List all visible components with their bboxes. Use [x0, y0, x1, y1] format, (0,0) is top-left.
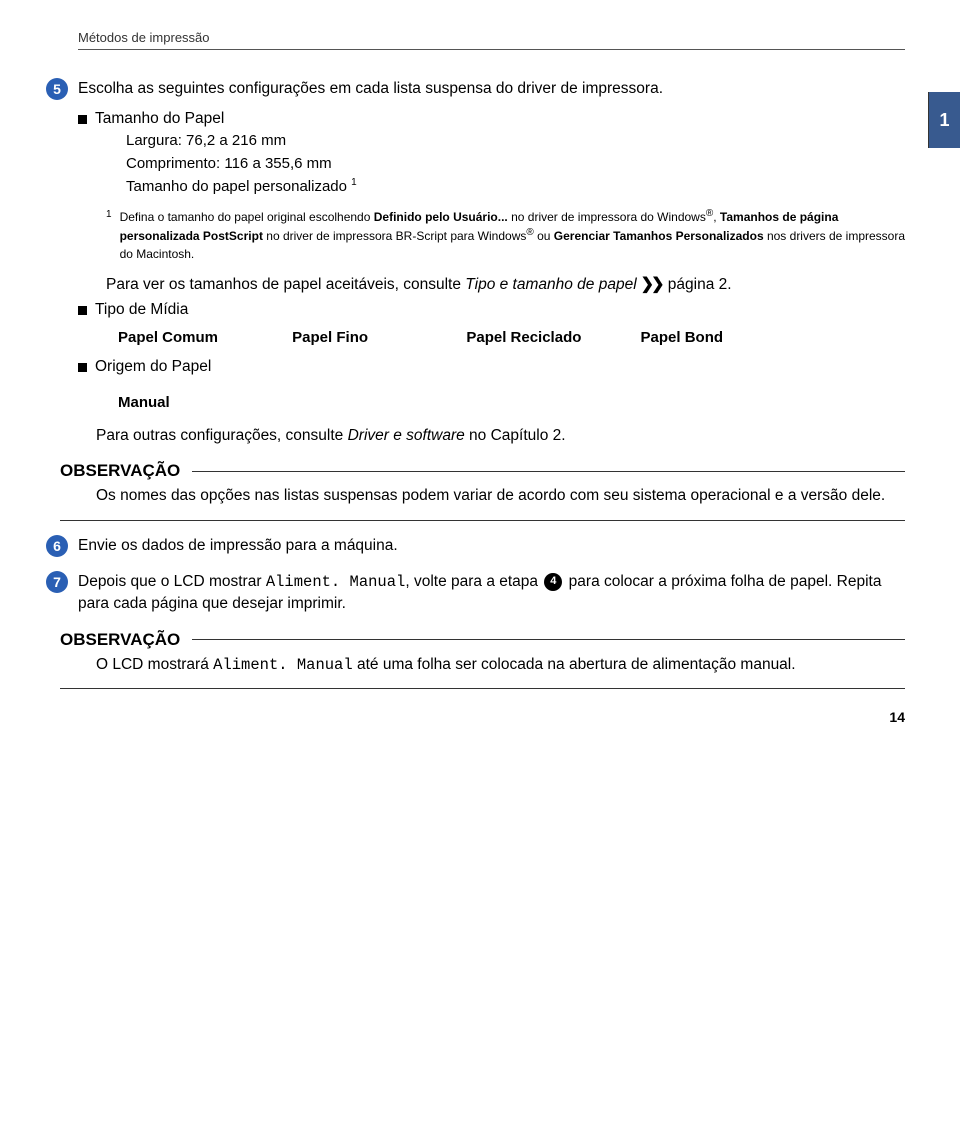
- paper-size-title: Tamanho do Papel: [95, 110, 224, 128]
- step-5-text: Escolha as seguintes configurações em ca…: [78, 78, 905, 100]
- step-ref-4-icon: 4: [544, 573, 562, 591]
- footnote-mark: 1: [106, 208, 112, 263]
- note-title: OBSERVAÇÃO: [60, 630, 180, 650]
- paper-source-title: Origem do Papel: [95, 358, 211, 376]
- step-5-number: 5: [46, 78, 68, 100]
- page-number: 14: [889, 709, 905, 725]
- bullet-square-icon: [78, 115, 87, 124]
- footnote-body: Defina o tamanho do papel original escol…: [120, 207, 905, 263]
- other-settings-text: Para outras configurações, consulte Driv…: [96, 425, 905, 447]
- note-2-body: O LCD mostrará Aliment. Manual até uma f…: [96, 654, 901, 676]
- note-1-body: Os nomes das opções nas listas suspensas…: [96, 485, 901, 507]
- paper-length: Comprimento: 116 a 355,6 mm: [126, 153, 905, 176]
- bullet-square-icon: [78, 363, 87, 372]
- step-7-number: 7: [46, 571, 68, 593]
- acceptable-sizes-text: Para ver os tamanhos de papel aceitáveis…: [106, 273, 905, 296]
- bullet-square-icon: [78, 306, 87, 315]
- media-type-options: Papel Comum Papel Fino Papel Reciclado P…: [118, 329, 905, 346]
- paper-custom-footnote-mark: 1: [351, 177, 357, 188]
- step-6-number: 6: [46, 535, 68, 557]
- section-tag: 1: [928, 92, 960, 148]
- note-divider: [192, 471, 905, 472]
- step-6-text: Envie os dados de impressão para a máqui…: [78, 535, 905, 557]
- media-type-title: Tipo de Mídia: [95, 301, 188, 319]
- breadcrumb: Métodos de impressão: [78, 30, 905, 45]
- paper-source-value: Manual: [118, 394, 905, 411]
- paper-custom-label: Tamanho do papel personalizado: [126, 178, 347, 195]
- note-title: OBSERVAÇÃO: [60, 461, 180, 481]
- note-close-divider: [60, 520, 905, 521]
- note-close-divider: [60, 688, 905, 689]
- paper-width: Largura: 76,2 a 216 mm: [126, 130, 905, 153]
- divider-top: [78, 49, 905, 50]
- step-7-text: Depois que o LCD mostrar Aliment. Manual…: [78, 571, 905, 616]
- note-divider: [192, 639, 905, 640]
